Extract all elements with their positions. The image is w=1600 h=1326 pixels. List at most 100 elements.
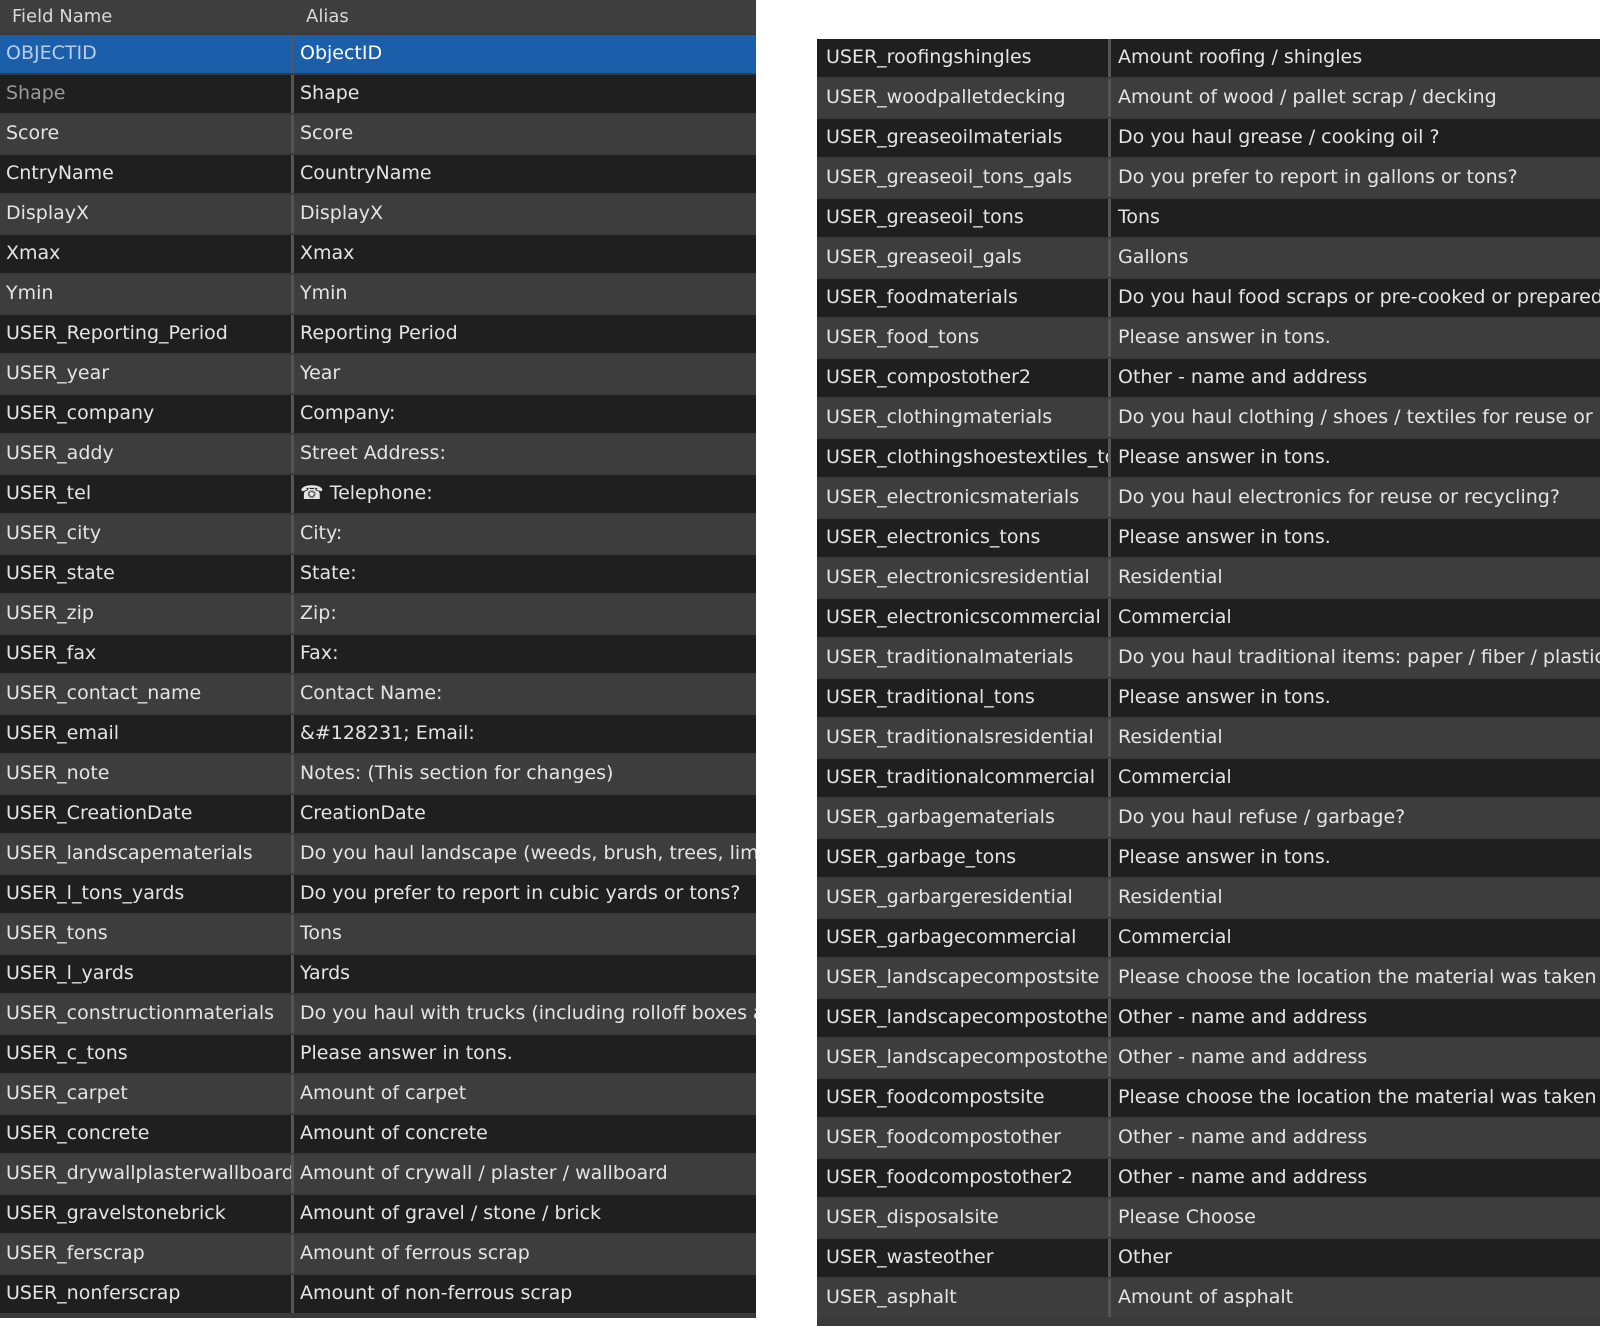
- alias-cell[interactable]: Other - name and address: [1111, 359, 1600, 397]
- alias-cell[interactable]: DisplayX: [294, 195, 756, 233]
- field-name-cell[interactable]: USER_landscapecompostsite: [817, 959, 1111, 997]
- alias-cell[interactable]: Please answer in tons.: [294, 1035, 756, 1073]
- alias-cell[interactable]: Do you haul clothing / shoes / textiles …: [1111, 399, 1600, 437]
- alias-cell[interactable]: Year: [294, 355, 756, 393]
- alias-cell[interactable]: Do you haul landscape (weeds, brush, tre…: [294, 835, 756, 873]
- field-name-cell[interactable]: USER_carpet: [0, 1075, 294, 1113]
- alias-cell[interactable]: Commercial: [1111, 599, 1600, 637]
- field-name-cell[interactable]: USER_electronicsmaterials: [817, 479, 1111, 517]
- alias-cell[interactable]: Please choose the location the material …: [1111, 959, 1600, 997]
- alias-cell[interactable]: Do you haul with trucks (including rollo…: [294, 995, 756, 1033]
- field-name-cell[interactable]: USER_l_yards: [0, 955, 294, 993]
- alias-cell[interactable]: Do you haul refuse / garbage?: [1111, 799, 1600, 837]
- field-name-cell[interactable]: USER_food_tons: [817, 319, 1111, 357]
- alias-cell[interactable]: Amount of concrete: [294, 1115, 756, 1153]
- alias-cell[interactable]: Contact Name:: [294, 675, 756, 713]
- alias-cell[interactable]: Company:: [294, 395, 756, 433]
- alias-cell[interactable]: Please answer in tons.: [1111, 839, 1600, 877]
- field-name-cell[interactable]: Ymin: [0, 275, 294, 313]
- field-name-cell[interactable]: USER_compostother2: [817, 359, 1111, 397]
- alias-cell[interactable]: Amount of crywall / plaster / wallboard: [294, 1155, 756, 1193]
- field-name-cell[interactable]: USER_contact_name: [0, 675, 294, 713]
- field-name-cell[interactable]: USER_addy: [0, 435, 294, 473]
- field-name-cell[interactable]: USER_constructionmaterials: [0, 995, 294, 1033]
- field-name-cell[interactable]: USER_Reporting_Period: [0, 315, 294, 353]
- field-name-cell[interactable]: OBJECTID: [0, 35, 294, 73]
- field-name-cell[interactable]: USER_year: [0, 355, 294, 393]
- field-name-cell[interactable]: USER_ferscrap: [0, 1235, 294, 1273]
- field-name-cell[interactable]: USER_tons: [0, 915, 294, 953]
- field-name-cell[interactable]: USER_c_tons: [0, 1035, 294, 1073]
- field-name-cell[interactable]: USER_traditionalsresidential: [817, 719, 1111, 757]
- alias-cell[interactable]: Please answer in tons.: [1111, 319, 1600, 357]
- field-name-cell[interactable]: USER_roofingshingles: [817, 39, 1111, 77]
- field-name-cell[interactable]: USER_landscapematerials: [0, 835, 294, 873]
- alias-cell[interactable]: Please answer in tons.: [1111, 439, 1600, 477]
- alias-cell[interactable]: Amount of wood / pallet scrap / decking: [1111, 79, 1600, 117]
- alias-cell[interactable]: Do you haul traditional items: paper / f…: [1111, 639, 1600, 677]
- field-name-cell[interactable]: USER_zip: [0, 595, 294, 633]
- field-name-cell[interactable]: USER_greaseoilmaterials: [817, 119, 1111, 157]
- field-name-cell[interactable]: USER_foodcompostother: [817, 1119, 1111, 1157]
- field-name-cell[interactable]: USER_company: [0, 395, 294, 433]
- field-name-cell[interactable]: USER_foodcompostother2: [817, 1159, 1111, 1197]
- alias-cell[interactable]: Score: [294, 115, 756, 153]
- field-name-cell[interactable]: USER_l_tons_yards: [0, 875, 294, 913]
- field-name-cell[interactable]: Shape: [0, 75, 294, 113]
- alias-cell[interactable]: Please answer in tons.: [1111, 519, 1600, 557]
- alias-cell[interactable]: Please choose the location the material …: [1111, 1079, 1600, 1117]
- alias-cell[interactable]: Ymin: [294, 275, 756, 313]
- alias-cell[interactable]: Tons: [1111, 199, 1600, 237]
- alias-cell[interactable]: ObjectID: [294, 35, 756, 73]
- field-name-cell[interactable]: CntryName: [0, 155, 294, 193]
- field-name-cell[interactable]: USER_greaseoil_tons: [817, 199, 1111, 237]
- alias-cell[interactable]: Reporting Period: [294, 315, 756, 353]
- field-name-cell[interactable]: USER_note: [0, 755, 294, 793]
- alias-cell[interactable]: City:: [294, 515, 756, 553]
- field-name-header[interactable]: Field Name: [0, 0, 294, 33]
- field-name-cell[interactable]: USER_CreationDate: [0, 795, 294, 833]
- field-name-cell[interactable]: USER_garbagematerials: [817, 799, 1111, 837]
- field-name-cell[interactable]: USER_fax: [0, 635, 294, 673]
- alias-header[interactable]: Alias: [294, 0, 756, 33]
- alias-cell[interactable]: ☎ Telephone:: [294, 475, 756, 513]
- alias-cell[interactable]: Xmax: [294, 235, 756, 273]
- alias-cell[interactable]: Residential: [1111, 559, 1600, 597]
- alias-cell[interactable]: Other - name and address: [1111, 1119, 1600, 1157]
- field-name-cell[interactable]: USER_drywallplasterwallboard: [0, 1155, 294, 1193]
- field-name-cell[interactable]: USER_disposalsite: [817, 1199, 1111, 1237]
- alias-cell[interactable]: Other - name and address: [1111, 1159, 1600, 1197]
- alias-cell[interactable]: Do you haul electronics for reuse or rec…: [1111, 479, 1600, 517]
- alias-cell[interactable]: Amount of asphalt: [1111, 1279, 1600, 1317]
- field-name-cell[interactable]: USER_foodcompostsite: [817, 1079, 1111, 1117]
- field-name-cell[interactable]: USER_electronicsresidential: [817, 559, 1111, 597]
- alias-cell[interactable]: Amount of non-ferrous scrap: [294, 1275, 756, 1313]
- field-name-cell[interactable]: USER_clothingshoestextiles_tons: [817, 439, 1111, 477]
- alias-cell[interactable]: Other - name and address: [1111, 1039, 1600, 1077]
- alias-cell[interactable]: Commercial: [1111, 759, 1600, 797]
- field-name-cell[interactable]: USER_greaseoil_tons_gals: [817, 159, 1111, 197]
- alias-cell[interactable]: Other - name and address: [1111, 999, 1600, 1037]
- field-name-cell[interactable]: USER_landscapecompostother: [817, 999, 1111, 1037]
- field-name-cell[interactable]: USER_wasteother: [817, 1239, 1111, 1277]
- field-name-cell[interactable]: USER_landscapecompostother2: [817, 1039, 1111, 1077]
- alias-cell[interactable]: Gallons: [1111, 239, 1600, 277]
- field-name-cell[interactable]: USER_city: [0, 515, 294, 553]
- alias-cell[interactable]: Please Choose: [1111, 1199, 1600, 1237]
- field-name-cell[interactable]: USER_garbargeresidential: [817, 879, 1111, 917]
- alias-cell[interactable]: CreationDate: [294, 795, 756, 833]
- alias-cell[interactable]: Do you haul grease / cooking oil ?: [1111, 119, 1600, 157]
- field-name-cell[interactable]: USER_tel: [0, 475, 294, 513]
- field-name-cell[interactable]: USER_email: [0, 715, 294, 753]
- field-name-cell[interactable]: USER_traditionalcommercial: [817, 759, 1111, 797]
- alias-cell[interactable]: Yards: [294, 955, 756, 993]
- field-name-cell[interactable]: USER_greaseoil_gals: [817, 239, 1111, 277]
- field-name-cell[interactable]: USER_foodmaterials: [817, 279, 1111, 317]
- alias-cell[interactable]: Do you prefer to report in cubic yards o…: [294, 875, 756, 913]
- alias-cell[interactable]: CountryName: [294, 155, 756, 193]
- field-name-cell[interactable]: USER_traditionalmaterials: [817, 639, 1111, 677]
- field-name-cell[interactable]: USER_asphalt: [817, 1279, 1111, 1317]
- alias-cell[interactable]: Commercial: [1111, 919, 1600, 957]
- field-name-cell[interactable]: USER_concrete: [0, 1115, 294, 1153]
- alias-cell[interactable]: &#128231; Email:: [294, 715, 756, 753]
